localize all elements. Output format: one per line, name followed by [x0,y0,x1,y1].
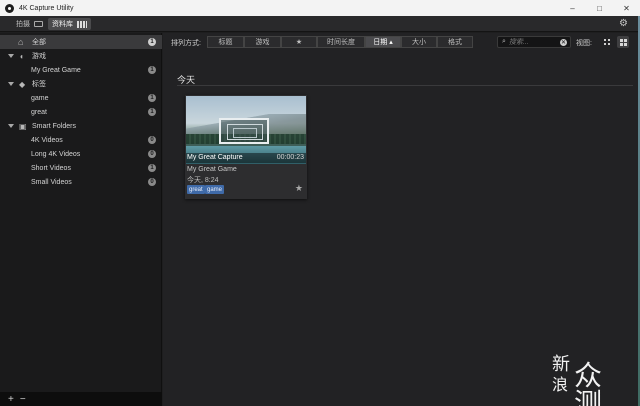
sidebar-item-4k-videos[interactable]: 4K Videos 0 [0,133,162,147]
sidebar-group-games[interactable]: ◖ 游戏 [0,49,162,63]
section-divider [177,85,633,86]
sidebar-group-games-label: 游戏 [32,53,46,60]
view-grid-large-button[interactable] [617,36,629,48]
search-placeholder: 搜索... [508,39,529,46]
window-title: 4K Capture Utility [19,4,74,12]
grid-small-icon [604,39,610,45]
capture-card[interactable]: My Great Capture 00:00:23 My Great Game … [185,95,307,199]
film-strip-icon [77,20,87,28]
sidebar-item-tag-great[interactable]: great 1 [0,105,162,119]
sidebar-item-all-label: 全部 [32,39,46,46]
window-controls: – □ ✕ [559,0,640,16]
sidebar-item-my-great-game[interactable]: My Great Game 1 [0,63,162,77]
mode-bar: 拍摄 资料库 ⚙ [0,16,640,32]
sidebar-item-small-videos[interactable]: Small Videos 0 [0,175,162,189]
sidebar-item-tag-game[interactable]: game 1 [0,91,162,105]
capture-game: My Great Game [187,166,237,173]
sidebar-item-long-4k-videos[interactable]: Long 4K Videos 0 [0,147,162,161]
search-input[interactable]: ⌕ 搜索... ✕ [497,36,571,48]
sidebar-group-smart-folders[interactable]: ▣ Smart Folders [0,119,162,133]
sidebar-item-label: Small Videos [31,178,72,186]
count-badge: 1 [148,164,156,172]
count-badge: 0 [148,136,156,144]
count-badge: 0 [148,178,156,186]
sort-bar: 排列方式: 标题 游戏 ★ 时间长度 日期 ▴ 大小 格式 ⌕ 搜索... ✕ … [163,33,640,51]
sort-date-button[interactable]: 日期 ▴ [365,36,401,48]
smart-folder-icon: ▣ [19,121,27,131]
sort-game-button[interactable]: 游戏 [244,36,281,48]
library-main: 排列方式: 标题 游戏 ★ 时间长度 日期 ▴ 大小 格式 ⌕ 搜索... ✕ … [163,33,640,406]
sort-label: 排列方式: [171,40,201,47]
capture-date: 今天, 8:24 [187,177,219,184]
sidebar-group-smart-label: Smart Folders [32,122,76,130]
sidebar-item-label: great [31,108,47,116]
tab-capture[interactable]: 拍摄 [12,18,47,30]
app-logo-icon [5,3,14,13]
count-badge: 1 [148,38,156,46]
sidebar-item-label: Long 4K Videos [31,150,81,158]
all-items-icon: ⌂ [18,37,24,47]
tab-library-label: 资料库 [52,21,73,28]
count-badge: 1 [148,108,156,116]
chevron-down-icon[interactable] [8,82,14,86]
sidebar-item-all[interactable]: ⌂ 全部 1 [0,35,162,49]
sidebar-footer: + − [0,392,162,406]
count-badge: 1 [148,94,156,102]
search-icon: ⌕ [502,38,506,45]
minimize-button[interactable]: – [559,0,586,16]
view-label: 视图: [576,40,592,47]
capture-duration: 00:00:23 [276,154,304,161]
thumbnail-house [219,118,269,144]
add-folder-button[interactable]: + [8,394,14,405]
settings-gear-icon[interactable]: ⚙ [619,18,628,29]
gamepad-icon: ◖ [19,51,24,61]
maximize-button[interactable]: □ [586,0,613,16]
camera-icon [34,21,43,27]
sidebar-item-short-videos[interactable]: Short Videos 1 [0,161,162,175]
tag-chip[interactable]: great [187,185,205,194]
favorite-star-icon[interactable]: ★ [295,183,303,194]
sidebar-item-label: 4K Videos [31,136,63,144]
chevron-down-icon[interactable] [8,54,14,58]
sidebar-item-label: Short Videos [31,164,71,172]
sidebar-group-tags-label: 标签 [32,81,46,88]
remove-folder-button[interactable]: − [20,394,26,405]
clear-search-icon[interactable]: ✕ [560,38,567,46]
sidebar-item-label: game [31,94,49,102]
sort-star-button[interactable]: ★ [281,36,317,48]
sidebar-item-label: My Great Game [31,66,81,74]
tag-chip[interactable]: game [205,185,225,194]
tab-capture-label: 拍摄 [16,21,30,28]
chevron-down-icon[interactable] [8,124,14,128]
sidebar-group-tags[interactable]: ◆ 标签 [0,77,162,91]
sort-format-button[interactable]: 格式 [437,36,473,48]
tag-icon: ◆ [19,79,26,89]
capture-title: My Great Capture [187,154,243,161]
count-badge: 0 [148,150,156,158]
count-badge: 1 [148,66,156,74]
sidebar: ⌂ 全部 1 ◖ 游戏 My Great Game 1 ◆ 标签 game 1 … [0,33,162,406]
app-window: 拍摄 资料库 ⚙ ⌂ 全部 1 ◖ 游戏 My Great Game 1 ◆ 标… [0,16,640,406]
tab-library[interactable]: 资料库 [48,18,91,30]
view-grid-small-button[interactable] [601,36,613,48]
close-button[interactable]: ✕ [613,0,640,16]
title-bar: 4K Capture Utility – □ ✕ [0,0,640,16]
grid-large-icon [619,38,627,46]
sort-title-button[interactable]: 标题 [207,36,244,48]
watermark-logo: 新 浪 众测 [552,354,603,406]
sort-size-button[interactable]: 大小 [401,36,437,48]
sort-duration-button[interactable]: 时间长度 [317,36,365,48]
